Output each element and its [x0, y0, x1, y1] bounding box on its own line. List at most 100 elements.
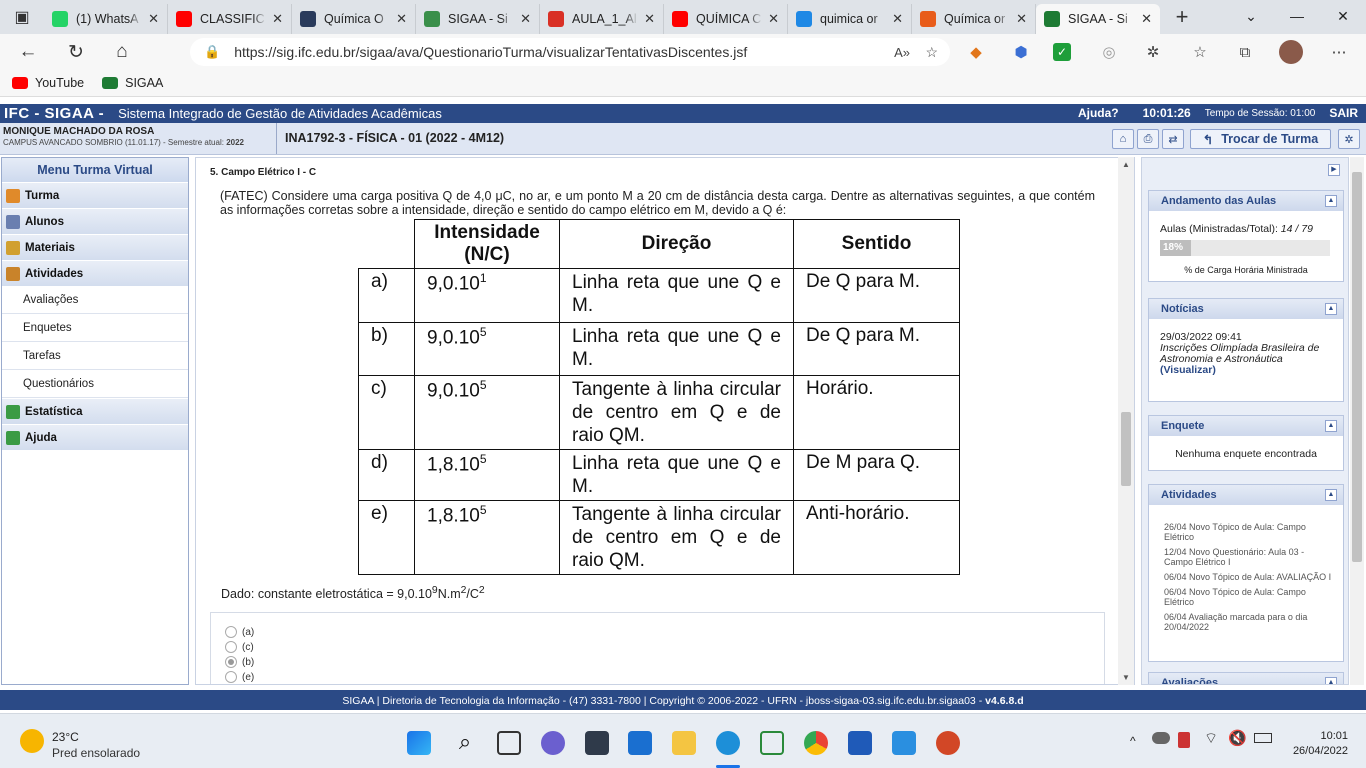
menu-group-materiais[interactable]: Materiais — [2, 234, 188, 260]
help-link[interactable]: Ajuda? — [1078, 106, 1119, 120]
chevron-up-icon[interactable]: ^ — [1130, 734, 1136, 748]
minimize-button[interactable]: — — [1274, 0, 1320, 32]
menu-group-atividades[interactable]: Atividades — [2, 260, 188, 286]
browser-tab[interactable]: Química or ✕ — [912, 4, 1036, 34]
task-view-icon[interactable] — [497, 731, 521, 755]
exit-link[interactable]: SAIR — [1329, 106, 1358, 120]
weather-desc[interactable]: Pred ensolarado — [52, 746, 140, 760]
main-scrollbar-thumb[interactable] — [1121, 412, 1131, 486]
answer-option[interactable]: (e) — [225, 671, 254, 683]
activity-item[interactable]: 26/04 Novo Tópico de Aula: Campo Elétric… — [1164, 522, 1334, 542]
onedrive-icon[interactable] — [1152, 732, 1170, 744]
avatar[interactable] — [1279, 40, 1303, 64]
news-view-link[interactable]: (Visualizar) — [1160, 365, 1338, 376]
mail-icon[interactable] — [628, 731, 652, 755]
collapse-panel-icon[interactable]: ▶ — [1328, 164, 1340, 176]
puzzle-icon[interactable]: ✲ — [1141, 40, 1165, 64]
home-icon[interactable]: ⌂ — [102, 41, 142, 63]
browser-tab[interactable]: SIGAA - Si ✕ — [1036, 4, 1160, 34]
radio-button[interactable] — [225, 641, 237, 653]
tray-clock-time[interactable]: 10:01 — [1290, 730, 1348, 742]
amazon-icon[interactable] — [585, 731, 609, 755]
browser-tab[interactable]: QUÍMICA C ✕ — [664, 4, 788, 34]
answer-option[interactable]: (a) — [225, 626, 254, 638]
close-icon[interactable]: ✕ — [1016, 11, 1027, 27]
checkmark-icon[interactable]: ✓ — [1053, 43, 1071, 61]
bookmark-item[interactable]: YouTube — [12, 76, 84, 90]
browser-tab[interactable]: AULA_1_Al ✕ — [540, 4, 664, 34]
answer-option[interactable]: (c) — [225, 641, 254, 653]
menu-sub-item[interactable]: Enquetes — [2, 314, 188, 342]
swap-icon[interactable]: ⇄ — [1162, 129, 1184, 149]
close-icon[interactable]: ✕ — [396, 11, 407, 27]
menu-group-alunos[interactable]: Alunos — [2, 208, 188, 234]
page-scrollbar-thumb[interactable] — [1352, 172, 1362, 562]
answer-option[interactable]: (b) — [225, 656, 254, 668]
close-icon[interactable]: ✕ — [272, 11, 283, 27]
scroll-up-icon[interactable]: ▲ — [1122, 160, 1130, 169]
close-icon[interactable]: ✕ — [892, 11, 903, 27]
menu-sub-item[interactable]: Avaliações — [2, 286, 188, 314]
browser-tab[interactable]: CLASSIFIC ✕ — [168, 4, 292, 34]
back-arrow-icon[interactable]: ← — [8, 41, 48, 63]
close-icon[interactable]: ✕ — [768, 11, 779, 27]
sigaa-logo[interactable]: IFC - SIGAA - — [0, 105, 104, 122]
browser-tab[interactable]: Química O ✕ — [292, 4, 416, 34]
tab-actions-icon[interactable]: ▣ — [0, 0, 44, 34]
radio-button[interactable] — [225, 626, 237, 638]
scroll-down-icon[interactable]: ▼ — [1122, 673, 1130, 682]
menu-group-estatística[interactable]: Estatística — [2, 398, 188, 424]
settings-icon[interactable]: ✲ — [1338, 129, 1360, 149]
word-icon[interactable] — [848, 731, 872, 755]
collections-icon[interactable]: ⧉ — [1233, 40, 1257, 64]
tray-clock-date[interactable]: 26/04/2022 — [1280, 745, 1348, 757]
url-field[interactable]: 🔒 https://sig.ifc.edu.br/sigaa/ava/Quest… — [190, 38, 950, 66]
minimize-icon[interactable]: ▲ — [1325, 489, 1337, 501]
browser-tab[interactable]: (1) WhatsA ✕ — [44, 4, 168, 34]
home-icon[interactable]: ⌂ — [1112, 129, 1134, 149]
battery-icon[interactable] — [1254, 733, 1272, 743]
notification-badge-icon[interactable] — [1178, 732, 1190, 748]
weather-sun-icon[interactable] — [20, 729, 44, 753]
page-scrollbar[interactable] — [1350, 157, 1364, 685]
extension-icon[interactable]: ◎ — [1097, 40, 1121, 64]
volume-muted-icon[interactable]: 🔇 — [1228, 729, 1247, 747]
bookmark-item[interactable]: SIGAA — [102, 76, 163, 90]
menu-sub-item[interactable]: Tarefas — [2, 342, 188, 370]
menu-sub-item[interactable]: Questionários — [2, 370, 188, 398]
menu-group-ajuda[interactable]: Ajuda — [2, 424, 188, 450]
minimize-icon[interactable]: ▲ — [1325, 677, 1337, 684]
browser-tab[interactable]: quimica or ✕ — [788, 4, 912, 34]
menu-group-turma[interactable]: Turma — [2, 182, 188, 208]
minimize-icon[interactable]: ▲ — [1325, 420, 1337, 432]
change-class-button[interactable]: ↰ Trocar de Turma — [1190, 129, 1331, 149]
favorites-icon[interactable]: ☆ — [1188, 40, 1212, 64]
favorite-star-icon[interactable]: ☆ — [925, 44, 938, 61]
close-icon[interactable]: ✕ — [1141, 11, 1152, 27]
minimize-icon[interactable]: ▲ — [1325, 303, 1337, 315]
radio-button[interactable] — [225, 671, 237, 683]
start-icon[interactable] — [407, 731, 431, 755]
close-icon[interactable]: ✕ — [148, 11, 159, 27]
refresh-icon[interactable]: ↻ — [56, 41, 96, 64]
search-icon[interactable]: ⌕ — [453, 731, 477, 755]
main-scrollbar[interactable]: ▲ ▼ — [1118, 157, 1134, 685]
print-icon[interactable]: ⎙ — [1137, 129, 1159, 149]
activity-item[interactable]: 06/04 Avaliação marcada para o dia 20/04… — [1164, 612, 1334, 632]
extension-icon[interactable]: ⬢ — [1009, 40, 1033, 64]
minimize-icon[interactable]: ▲ — [1325, 195, 1337, 207]
chrome-icon[interactable] — [804, 731, 828, 755]
activity-item[interactable]: 12/04 Novo Questionário: Aula 03 - Campo… — [1164, 547, 1334, 567]
chevron-down-icon[interactable]: ⌄ — [1228, 0, 1274, 32]
weather-temp[interactable]: 23°C — [52, 730, 79, 744]
metamask-icon[interactable]: ◆ — [964, 40, 988, 64]
more-menu-icon[interactable]: ⋯ — [1327, 40, 1351, 64]
file-explorer-icon[interactable] — [672, 731, 696, 755]
close-window-button[interactable]: ✕ — [1320, 0, 1366, 32]
browser-tab[interactable]: SIGAA - Si ✕ — [416, 4, 540, 34]
activity-item[interactable]: 06/04 Novo Tópico de Aula: Campo Elétric… — [1164, 587, 1334, 607]
wifi-icon[interactable]: ⌔ — [1204, 729, 1218, 748]
read-aloud-icon[interactable]: A» — [894, 45, 910, 60]
new-tab-button[interactable]: + — [1160, 0, 1204, 34]
close-icon[interactable]: ✕ — [520, 11, 531, 27]
